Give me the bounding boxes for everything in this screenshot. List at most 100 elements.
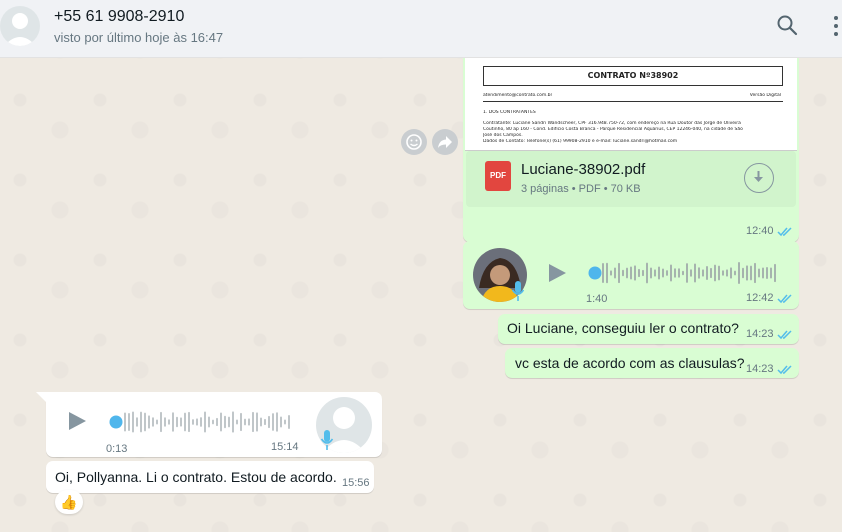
waveform-bar <box>164 417 166 427</box>
waveform-bar <box>690 269 692 277</box>
play-button[interactable] <box>546 262 568 284</box>
waveform-bar <box>674 268 676 278</box>
waveform-bar <box>646 262 648 284</box>
waveform-bar <box>208 416 210 428</box>
waveform-bar <box>666 270 668 276</box>
document-preview-version: Versão Digital <box>749 93 781 98</box>
waveform-bar <box>284 419 286 425</box>
waveform-bar <box>252 411 254 433</box>
read-receipt-icon <box>777 227 792 237</box>
waveform-bar <box>758 268 760 278</box>
waveform-bar <box>280 416 282 428</box>
waveform-bar <box>136 417 138 427</box>
waveform-bar <box>188 411 190 433</box>
waveform-bar <box>268 415 270 429</box>
waveform-bar <box>276 412 278 432</box>
waveform-bar <box>698 267 700 279</box>
waveform-bar <box>738 262 740 284</box>
document-preview-line: Dados de Contato: Telefone(s) (61) 99908… <box>483 139 678 144</box>
waveform-bar <box>658 266 660 280</box>
message-time: 12:42 <box>746 292 774 304</box>
waveform-bar <box>148 415 150 429</box>
waveform-bar <box>224 415 226 429</box>
waveform-bar <box>216 417 218 427</box>
audio-duration: 0:13 <box>106 443 128 455</box>
waveform-bar <box>272 413 274 431</box>
waveform-bar <box>240 412 242 432</box>
waveform-bar <box>762 267 764 279</box>
contact-name[interactable]: +55 61 9908-2910 <box>54 8 184 26</box>
waveform-bar <box>610 270 612 276</box>
waveform-bar <box>702 269 704 277</box>
waveform-bar <box>602 262 604 284</box>
waveform-bar <box>176 416 178 428</box>
waveform-bar <box>714 264 716 282</box>
audio-waveform[interactable] <box>106 407 296 437</box>
waveform-bar <box>750 265 752 281</box>
waveform-bar <box>638 268 640 278</box>
bubble-tail <box>36 392 48 404</box>
waveform-bar <box>184 412 186 432</box>
forward-icon <box>438 136 452 148</box>
read-receipt-icon <box>777 365 792 375</box>
file-attachment[interactable]: PDF Luciane-38902.pdf 3 páginas • PDF • … <box>466 151 796 207</box>
waveform-bar <box>248 418 250 426</box>
contact-avatar[interactable] <box>0 6 40 46</box>
waveform-bar <box>682 270 684 276</box>
message-time: 12:40 <box>746 225 774 237</box>
waveform-bar <box>256 412 258 432</box>
react-button[interactable] <box>401 129 427 155</box>
waveform-bar <box>140 411 142 433</box>
search-icon[interactable] <box>776 14 798 41</box>
waveform-bar <box>770 267 772 279</box>
waveform-bar <box>650 267 652 279</box>
document-preview-line: Coutinho, 80 ap 160 - Cond. Edifício Cos… <box>483 127 743 132</box>
chat-header: +55 61 9908-2910 visto por último hoje à… <box>0 0 842 58</box>
message-text: Oi, Pollyanna. Li o contrato. Estou de a… <box>55 469 337 485</box>
last-seen-status: visto por último hoje às 16:47 <box>54 30 224 45</box>
waveform-bar <box>228 416 230 428</box>
document-preview[interactable]: CONTRATO Nº38902 atendimento@contrato.co… <box>465 58 797 151</box>
waveform-bar <box>694 263 696 283</box>
message-text: Oi Luciane, conseguiu ler o contrato? <box>507 320 739 336</box>
waveform-bar <box>128 413 130 431</box>
waveform-bar <box>710 267 712 279</box>
audio-duration: 1:40 <box>586 293 608 305</box>
message-time: 15:56 <box>342 477 370 489</box>
forward-button[interactable] <box>432 129 458 155</box>
waveform-bar <box>614 267 616 279</box>
waveform-bar <box>606 262 608 284</box>
waveform-bar <box>144 412 146 432</box>
default-avatar-icon <box>4 13 36 46</box>
waveform-bar <box>168 419 170 425</box>
waveform-bar <box>196 418 198 426</box>
waveform-bar <box>160 411 162 433</box>
download-icon <box>754 171 763 182</box>
waveform-bar <box>642 269 644 277</box>
message-time: 14:23 <box>746 328 774 340</box>
waveform-bar <box>200 417 202 427</box>
waveform-bar <box>212 419 214 425</box>
audio-waveform[interactable] <box>586 258 781 288</box>
waveform-bar <box>686 263 688 283</box>
waveform-bar <box>730 267 732 279</box>
waveform-bar <box>678 268 680 278</box>
download-button[interactable] <box>744 163 774 193</box>
waveform-bar <box>774 263 776 283</box>
kebab-menu-icon[interactable] <box>830 14 842 43</box>
message-reaction[interactable]: 👍 <box>55 490 83 514</box>
waveform-bar <box>220 412 222 432</box>
waveform-bar <box>734 270 736 276</box>
waveform-bar <box>626 267 628 279</box>
waveform-bar <box>662 268 664 278</box>
waveform-bar <box>192 419 194 425</box>
waveform-bar <box>742 267 744 279</box>
play-button[interactable] <box>66 410 88 432</box>
waveform-bar <box>232 411 234 433</box>
read-receipt-icon <box>777 330 792 340</box>
waveform-bar <box>204 411 206 433</box>
document-preview-title: CONTRATO Nº38902 <box>483 66 783 86</box>
file-meta: 3 páginas • PDF • 70 KB <box>521 183 641 195</box>
pdf-file-icon: PDF <box>485 161 511 191</box>
waveform-bar <box>766 266 768 280</box>
